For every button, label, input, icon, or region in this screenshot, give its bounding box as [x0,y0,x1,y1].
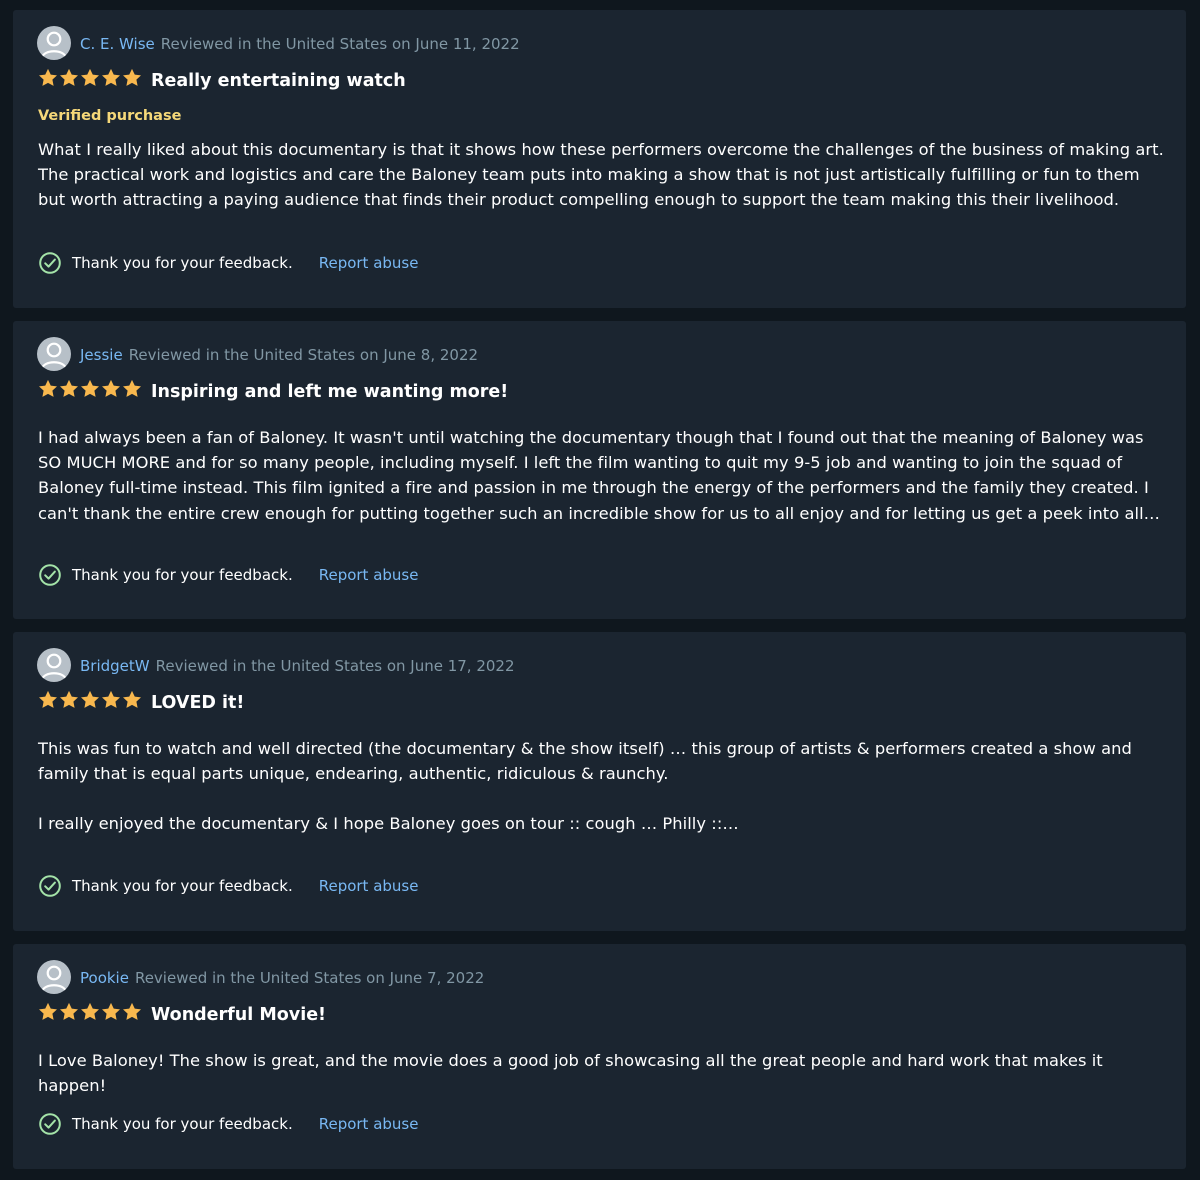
review-title: Really entertaining watch [151,71,406,91]
review-date: Reviewed in the United States on June 7,… [134,969,485,987]
user-avatar-icon [37,960,71,994]
check-circle-icon [38,1112,62,1136]
review-body: What I really liked about this documenta… [38,137,1168,238]
feedback-row: Thank you for your feedback. Report abus… [38,1112,418,1136]
user-avatar-icon [37,648,71,682]
feedback-thanks: Thank you for your feedback. [72,877,293,895]
report-abuse-link[interactable]: Report abuse [319,254,419,272]
review-meta: C. E. Wise Reviewed in the United States … [80,34,520,54]
review-card: Jessie Reviewed in the United States on J… [13,321,1186,619]
feedback-thanks: Thank you for your feedback. [72,566,293,584]
review-meta: BridgetW Reviewed in the United States on… [80,656,515,676]
review-card: BridgetW Reviewed in the United States on… [13,632,1186,931]
review-author-link[interactable]: Jessie [80,346,123,364]
report-abuse-link[interactable]: Report abuse [319,1115,419,1133]
star-rating [38,1002,142,1022]
review-date: Reviewed in the United States on June 11… [160,35,520,53]
review-paragraph: What I really liked about this documenta… [38,140,1164,210]
star-rating [38,68,142,88]
feedback-row: Thank you for your feedback. Report abus… [38,563,418,587]
star-icon [59,690,79,710]
review-body: I had always been a fan of Baloney. It w… [38,425,1168,551]
star-icon [38,68,58,88]
verified-purchase-badge: Verified purchase [38,108,182,124]
star-icon [101,68,121,88]
star-icon [59,379,79,399]
review-body: This was fun to watch and well directed … [38,736,1168,862]
user-avatar-icon [37,26,71,60]
feedback-row: Thank you for your feedback. Report abus… [38,251,418,275]
star-icon [80,68,100,88]
review-meta: Pookie Reviewed in the United States on J… [80,968,484,988]
report-abuse-link[interactable]: Report abuse [319,566,419,584]
check-circle-icon [38,874,62,898]
review-date: Reviewed in the United States on June 17… [155,657,515,675]
review-paragraph: I Love Baloney! The show is great, and t… [38,1051,1103,1096]
feedback-thanks: Thank you for your feedback. [72,254,293,272]
star-icon [38,379,58,399]
review-card: Pookie Reviewed in the United States on J… [13,944,1186,1169]
review-author-link[interactable]: Pookie [80,969,129,987]
star-icon [80,690,100,710]
review-card: C. E. Wise Reviewed in the United States … [13,10,1186,308]
feedback-thanks: Thank you for your feedback. [72,1115,293,1133]
star-icon [38,1002,58,1022]
check-circle-icon [38,563,62,587]
review-paragraph: I had always been a fan of Baloney. It w… [38,428,1149,523]
star-icon [59,1002,79,1022]
review-date: Reviewed in the United States on June 8,… [128,346,479,364]
star-icon [122,690,142,710]
star-rating [38,379,142,399]
star-icon [80,1002,100,1022]
user-avatar-icon [37,337,71,371]
star-rating [38,690,142,710]
star-icon [101,1002,121,1022]
star-icon [80,379,100,399]
report-abuse-link[interactable]: Report abuse [319,877,419,895]
check-circle-icon [38,251,62,275]
star-icon [101,690,121,710]
review-paragraph: I really enjoyed the documentary & I hop… [38,814,739,834]
star-icon [122,1002,142,1022]
review-title: Inspiring and left me wanting more! [151,382,509,402]
star-icon [122,68,142,88]
review-meta: Jessie Reviewed in the United States on J… [80,345,478,365]
star-icon [122,379,142,399]
star-icon [59,68,79,88]
review-author-link[interactable]: BridgetW [80,657,150,675]
review-title: LOVED it! [151,693,245,713]
review-author-link[interactable]: C. E. Wise [80,35,155,53]
star-icon [101,379,121,399]
review-title: Wonderful Movie! [151,1005,327,1025]
review-paragraph: This was fun to watch and well directed … [38,739,1132,784]
feedback-row: Thank you for your feedback. Report abus… [38,874,418,898]
star-icon [38,690,58,710]
